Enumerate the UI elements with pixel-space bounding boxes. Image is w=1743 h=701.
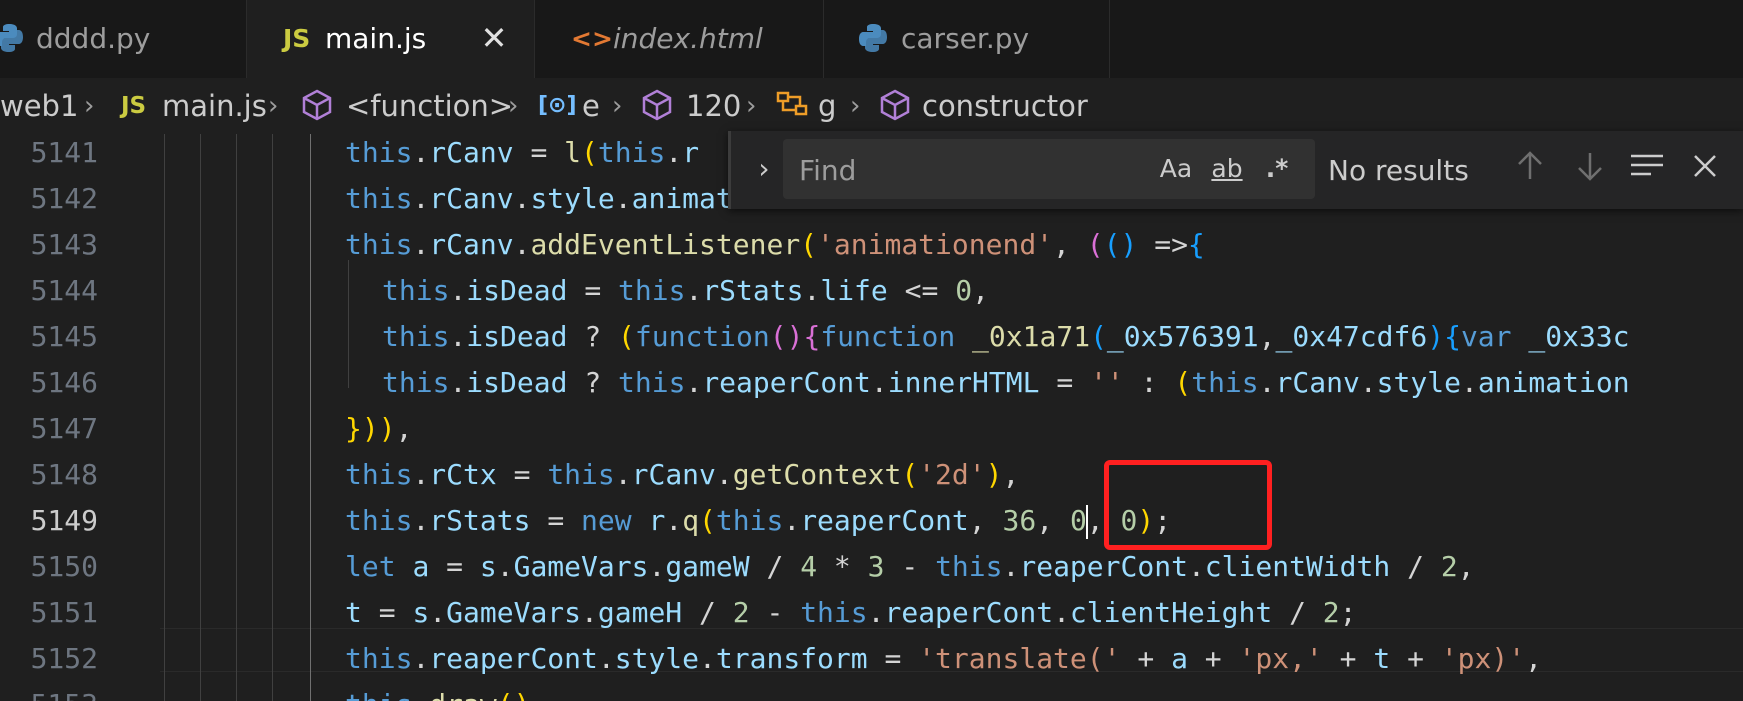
code-line[interactable]: this.rCanv.style.animation [345, 176, 783, 222]
tab-dddd-py[interactable]: dddd.py [0, 0, 247, 78]
code-line[interactable]: t = s.GameVars.gameH / 2 - this.reaperCo… [345, 590, 1357, 636]
code-line-current[interactable]: this.rStats = new r.q(this.reaperCont, 3… [345, 498, 1171, 544]
code-editor[interactable]: 5141 5142 5143 5144 5145 5146 5147 5148 … [0, 134, 1743, 701]
breadcrumb-item-e[interactable]: e [582, 86, 600, 126]
code-line[interactable]: this.isDead ? this.reaperCont.innerHTML … [382, 360, 1630, 406]
annotation-highlight-box [1104, 460, 1272, 550]
breadcrumb-item-g[interactable]: g [818, 86, 836, 126]
line-number: 5150 [30, 550, 98, 583]
chevron-right-icon: › [612, 91, 623, 121]
code-line[interactable]: this.isDead ? (function(){function _0x1a… [382, 314, 1630, 360]
next-match-arrow-down-icon[interactable] [1569, 149, 1611, 193]
tab-main-js[interactable]: JS main.js ✕ [247, 0, 535, 78]
tab-label: dddd.py [36, 22, 151, 55]
code-line[interactable]: this.rCanv = l(this.r [345, 134, 699, 176]
match-whole-word-icon[interactable]: ab [1205, 151, 1249, 187]
code-line[interactable]: this.rCtx = this.rCanv.getContext('2d'), [345, 452, 1019, 498]
code-line[interactable]: this.rCanv.addEventListener('animationen… [345, 222, 1205, 268]
line-number: 5143 [30, 228, 98, 261]
cube-icon [640, 88, 674, 124]
close-icon[interactable]: ✕ [474, 18, 514, 58]
line-number: 5145 [30, 320, 98, 353]
indent-guide [272, 134, 273, 701]
regex-icon[interactable]: .* [1257, 151, 1297, 187]
match-case-icon[interactable]: Aa [1156, 151, 1196, 187]
breadcrumb-item-120[interactable]: 120 [686, 86, 741, 126]
toggle-replace-chevron-icon[interactable]: › [749, 151, 779, 187]
variable-icon: [⊙] [538, 93, 577, 118]
code-line[interactable]: })), [345, 406, 412, 452]
python-icon [0, 22, 24, 56]
indent-guide [164, 134, 165, 701]
code-line[interactable]: this.isDead = this.rStats.life <= 0, [382, 268, 989, 314]
indent-guide [200, 134, 201, 701]
chevron-right-icon: › [850, 91, 861, 121]
line-number: 5146 [30, 366, 98, 399]
line-number-current: 5149 [30, 504, 98, 537]
chevron-right-icon: › [508, 91, 519, 121]
python-icon [858, 22, 888, 56]
indent-guide [236, 134, 237, 701]
breadcrumb: web1 › JS main.js › <function> › [⊙] e ›… [0, 78, 1743, 134]
previous-match-arrow-up-icon[interactable] [1509, 149, 1551, 193]
breadcrumb-item-web1[interactable]: web1 [0, 86, 78, 126]
tab-label: index.html [613, 22, 763, 55]
indent-guide [310, 134, 311, 701]
find-in-selection-icon[interactable] [1626, 149, 1668, 193]
tab-label: carser.py [901, 22, 1030, 55]
hierarchy-icon [774, 88, 810, 124]
javascript-icon: JS [283, 24, 311, 53]
tab-carser-py[interactable]: carser.py [824, 0, 1110, 78]
line-number: 5152 [30, 642, 98, 675]
javascript-icon: JS [121, 93, 147, 119]
line-number: 5151 [30, 596, 98, 629]
chevron-right-icon: › [746, 91, 757, 121]
cube-icon [878, 88, 912, 124]
line-number: 5148 [30, 458, 98, 491]
code-line[interactable]: let a = s.GameVars.gameW / 4 * 3 - this.… [345, 544, 1475, 590]
html-icon: <> [571, 24, 613, 53]
find-input-box: Aa ab .* [783, 139, 1315, 199]
code-line[interactable]: this.draw() [345, 682, 530, 701]
tab-label: main.js [325, 22, 427, 55]
find-input[interactable] [797, 147, 1141, 193]
code-line[interactable]: this.reaperCont.style.transform = 'trans… [345, 636, 1542, 682]
line-number: 5153 [0, 682, 98, 701]
chevron-right-icon: › [268, 91, 279, 121]
chevron-right-icon: › [84, 91, 95, 121]
line-number: 5141 [30, 136, 98, 169]
indent-guide [348, 260, 349, 388]
cube-icon [300, 88, 334, 124]
breadcrumb-item-constructor[interactable]: constructor [922, 86, 1088, 126]
breadcrumb-item-function[interactable]: <function> [346, 86, 513, 126]
find-widget: › Aa ab .* No results [728, 131, 1743, 209]
line-number: 5142 [30, 182, 98, 215]
tab-index-html[interactable]: <> index.html [535, 0, 824, 78]
breadcrumb-item-main-js[interactable]: main.js [162, 86, 267, 126]
tab-bar: dddd.py JS main.js ✕ <> index.html carse… [0, 0, 1743, 78]
line-number: 5147 [30, 412, 98, 445]
close-icon[interactable] [1684, 149, 1726, 193]
find-status: No results [1328, 154, 1469, 187]
line-number: 5144 [30, 274, 98, 307]
